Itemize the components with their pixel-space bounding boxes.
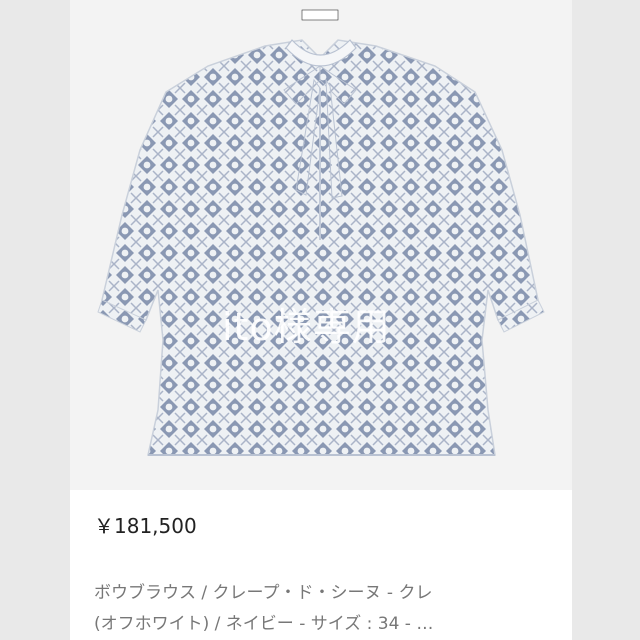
product-card[interactable]: ito様専用 ￥181,500 ボウブラウス / クレープ・ド・シーヌ - クレ… — [70, 0, 572, 640]
watermark-text: ito様専用 — [222, 305, 391, 349]
blouse-illustration — [97, 9, 545, 456]
product-title-line-1[interactable]: ボウブラウス / クレープ・ド・シーヌ - クレ — [94, 578, 554, 603]
product-image[interactable]: ito様専用 — [70, 0, 572, 490]
product-title-line-2[interactable]: (オフホワイト) / ネイビー - サイズ : 34 - … — [94, 609, 554, 634]
product-price: ￥181,500 — [94, 514, 197, 538]
